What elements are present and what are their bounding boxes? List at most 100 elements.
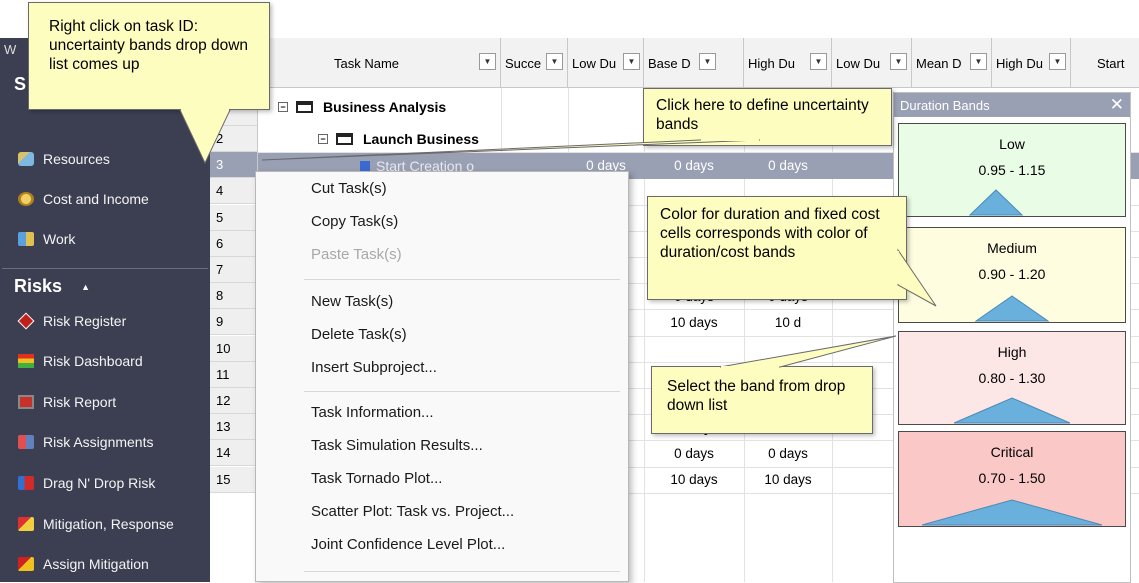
risks-header-label: Risks bbox=[14, 276, 63, 296]
work-icon bbox=[18, 232, 34, 246]
row-number-cell[interactable]: 8 bbox=[210, 283, 258, 310]
duration-cell[interactable]: 10 days bbox=[644, 467, 744, 493]
risks-section-header[interactable]: Risks ▲ bbox=[14, 276, 90, 297]
distribution-triangle-icon bbox=[953, 397, 1071, 424]
collapse-toggle-icon[interactable]: − bbox=[318, 134, 328, 144]
menu-item-joint-confidence-plot[interactable]: Joint Confidence Level Plot... bbox=[311, 536, 505, 553]
distribution-triangle-icon bbox=[974, 295, 1050, 322]
sidebar-item-risk-register[interactable]: Risk Register bbox=[17, 310, 127, 332]
band-critical[interactable]: Critical 0.70 - 1.50 bbox=[898, 431, 1126, 527]
sidebar-item-risk-assignments[interactable]: Risk Assignments bbox=[18, 431, 153, 453]
callout-color-note: Color for duration and fixed cost cells … bbox=[647, 196, 907, 300]
distribution-triangle-icon bbox=[921, 499, 1103, 526]
column-header-mean-duration[interactable]: Mean D ▼ bbox=[912, 38, 992, 88]
sidebar-item-label: Risk Register bbox=[43, 313, 127, 329]
collapse-arrow-icon[interactable]: ▲ bbox=[81, 282, 90, 292]
panel-title: Duration Bands bbox=[900, 97, 990, 113]
band-name: High bbox=[997, 344, 1027, 360]
menu-item-copy-task[interactable]: Copy Task(s) bbox=[311, 213, 398, 230]
column-header-label: Task Name bbox=[334, 55, 400, 71]
collapse-toggle-icon[interactable]: − bbox=[278, 102, 288, 112]
row-number-cell[interactable]: 2 bbox=[210, 126, 258, 152]
sidebar-item-risk-report[interactable]: Risk Report bbox=[18, 391, 116, 413]
row-number-cell[interactable]: 3 bbox=[210, 152, 258, 179]
row-number-cell[interactable]: 15 bbox=[210, 466, 258, 493]
panel-title-bar: Duration Bands ✕ bbox=[894, 93, 1130, 117]
menu-item-paste-task[interactable]: Paste Task(s) bbox=[311, 246, 402, 263]
column-header-label: Mean D bbox=[916, 55, 962, 71]
menu-item-insert-subproject[interactable]: Insert Subproject... bbox=[311, 359, 437, 376]
close-icon[interactable]: ✕ bbox=[1110, 95, 1124, 115]
sidebar-item-work[interactable]: Work bbox=[18, 228, 75, 250]
menu-item-scatter-plot[interactable]: Scatter Plot: Task vs. Project... bbox=[311, 503, 514, 520]
callout-select-band: Select the band from drop down list bbox=[651, 366, 873, 434]
sidebar-item-risk-dashboard[interactable]: Risk Dashboard bbox=[18, 350, 143, 372]
menu-item-task-information[interactable]: Task Information... bbox=[311, 404, 434, 421]
row-number-cell[interactable]: 7 bbox=[210, 257, 258, 283]
sidebar-item-mitigation-response[interactable]: Mitigation, Response bbox=[18, 513, 174, 535]
column-header-low-duration[interactable]: Low Du ▼ bbox=[568, 38, 644, 88]
band-name: Low bbox=[999, 136, 1025, 152]
callout-right-click: Right click on task ID: uncertainty band… bbox=[28, 2, 270, 110]
sidebar-item-drag-n-drop-risk[interactable]: Drag N' Drop Risk bbox=[18, 472, 155, 494]
row-number-cell[interactable]: 12 bbox=[210, 388, 258, 414]
row-number-cell[interactable]: 10 bbox=[210, 335, 258, 362]
duration-cell[interactable]: 10 days bbox=[644, 309, 744, 335]
column-header-high-duration[interactable]: High Du ▼ bbox=[744, 38, 832, 88]
row-number-cell[interactable]: 5 bbox=[210, 204, 258, 231]
resources-icon bbox=[18, 152, 34, 166]
band-high[interactable]: High 0.80 - 1.30 bbox=[898, 331, 1126, 425]
distribution-triangle bbox=[921, 499, 1103, 526]
duration-cell[interactable]: 10 d bbox=[744, 309, 832, 335]
row-number-cell[interactable]: 4 bbox=[210, 178, 258, 205]
row-number-cell[interactable]: 13 bbox=[210, 414, 258, 441]
column-header-successors[interactable]: Succe ▼ bbox=[501, 38, 568, 88]
menu-item-new-task[interactable]: New Task(s) bbox=[311, 293, 393, 310]
column-filter-dropdown-icon[interactable]: ▼ bbox=[699, 53, 716, 70]
column-header-label: Start bbox=[1097, 55, 1125, 71]
column-filter-dropdown-icon[interactable]: ▼ bbox=[546, 53, 563, 70]
column-filter-dropdown-icon[interactable]: ▼ bbox=[810, 53, 827, 70]
duration-cell[interactable]: 0 days bbox=[744, 152, 832, 178]
column-filter-dropdown-icon[interactable]: ▼ bbox=[623, 53, 640, 70]
row-number-cell[interactable]: 6 bbox=[210, 230, 258, 257]
duration-cell[interactable]: 0 days bbox=[644, 440, 744, 466]
summary-task-launch-business[interactable]: − Launch Business bbox=[318, 126, 479, 152]
duration-cell[interactable]: 0 days bbox=[744, 440, 832, 466]
sidebar-item-cost-and-income[interactable]: Cost and Income bbox=[18, 188, 149, 210]
column-header-start[interactable]: Start bbox=[1071, 38, 1139, 88]
cost-icon bbox=[18, 192, 34, 206]
risk-report-icon bbox=[18, 395, 34, 409]
band-medium[interactable]: Medium 0.90 - 1.20 bbox=[898, 227, 1126, 323]
band-name: Medium bbox=[987, 240, 1037, 256]
sidebar-item-resources[interactable]: Resources bbox=[18, 148, 110, 170]
column-header-high-duration-result[interactable]: High Du ▼ bbox=[992, 38, 1071, 88]
row-number-cell[interactable]: 14 bbox=[210, 440, 258, 467]
band-range: 0.95 - 1.15 bbox=[978, 162, 1046, 178]
sidebar-item-label: Cost and Income bbox=[43, 191, 149, 207]
band-range: 0.90 - 1.20 bbox=[978, 266, 1046, 282]
menu-separator bbox=[304, 391, 620, 392]
row-number-cell[interactable]: 11 bbox=[210, 361, 258, 388]
column-header-task-name[interactable]: Task Name ▼ bbox=[258, 38, 501, 88]
section-letter: S bbox=[14, 74, 27, 94]
column-filter-dropdown-icon[interactable]: ▼ bbox=[970, 53, 987, 70]
band-range: 0.80 - 1.30 bbox=[978, 370, 1046, 386]
duration-cell[interactable]: 10 days bbox=[744, 467, 832, 493]
column-header-low-duration-result[interactable]: Low Du ▼ bbox=[832, 38, 912, 88]
duration-cell[interactable]: 0 days bbox=[644, 152, 744, 178]
band-low[interactable]: Low 0.95 - 1.15 bbox=[898, 123, 1126, 217]
summary-task-business-analysis[interactable]: − Business Analysis bbox=[278, 94, 446, 120]
row-number-cell[interactable]: 9 bbox=[210, 309, 258, 336]
menu-item-delete-task[interactable]: Delete Task(s) bbox=[311, 326, 407, 343]
menu-item-task-simulation-results[interactable]: Task Simulation Results... bbox=[311, 437, 483, 454]
sidebar-item-label: Work bbox=[43, 231, 76, 247]
window-tab-letter: W bbox=[4, 42, 17, 57]
column-filter-dropdown-icon[interactable]: ▼ bbox=[890, 53, 907, 70]
menu-item-cut-task[interactable]: Cut Task(s) bbox=[311, 180, 387, 197]
sidebar-item-assign-mitigation[interactable]: Assign Mitigation bbox=[18, 553, 149, 575]
column-header-base-duration[interactable]: Base D ▼ bbox=[644, 38, 744, 88]
menu-item-task-tornado-plot[interactable]: Task Tornado Plot... bbox=[311, 470, 442, 487]
column-filter-dropdown-icon[interactable]: ▼ bbox=[479, 53, 496, 70]
column-filter-dropdown-icon[interactable]: ▼ bbox=[1049, 53, 1066, 70]
